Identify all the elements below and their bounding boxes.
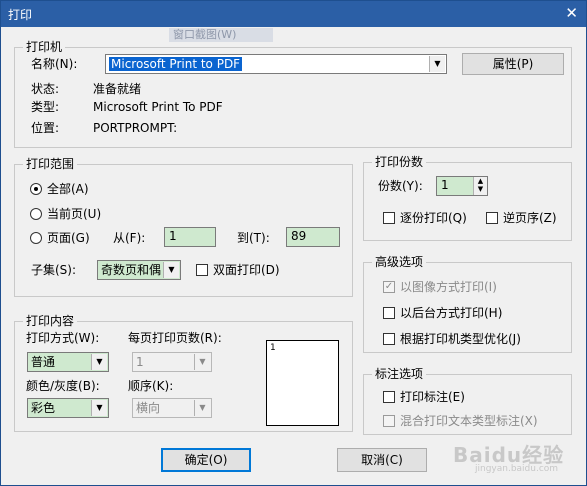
chevron-down-icon[interactable]: ▼: [91, 354, 107, 370]
print-annotation-checkbox[interactable]: [383, 391, 395, 403]
image-print-label: 以图像方式打印(I): [400, 280, 497, 294]
cancel-button[interactable]: 取消(C): [337, 448, 427, 472]
image-print-checkbox: ✓: [383, 281, 395, 293]
pages-per-sheet-select: 1 ▼: [132, 352, 212, 372]
duplex-label[interactable]: 双面打印(D): [213, 262, 280, 278]
subset-label: 子集(S):: [31, 263, 77, 277]
duplex-checkbox[interactable]: [196, 264, 208, 276]
range-legend: 打印范围: [23, 157, 78, 171]
background-print-label[interactable]: 以后台方式打印(H): [400, 305, 502, 321]
optimize-label[interactable]: 根据打印机类型优化(J): [400, 331, 521, 347]
print-content-group: 打印内容 打印方式(W): 普通 ▼ 每页打印页数(R): 1 ▼ 颜色/灰度(…: [14, 314, 353, 432]
color-label: 颜色/灰度(B):: [26, 379, 100, 393]
background-print-checkbox[interactable]: [383, 307, 395, 319]
collate-label[interactable]: 逐份打印(Q): [400, 210, 467, 226]
order-label: 顺序(K):: [128, 379, 174, 393]
printer-group: 打印机 名称(N): Microsoft Print to PDF ▼ 属性(P…: [14, 40, 572, 148]
preview-page-number: 1: [270, 343, 276, 353]
type-label: 类型:: [31, 100, 60, 114]
location-label: 位置:: [31, 121, 60, 135]
to-label: 到(T):: [237, 231, 270, 245]
ok-button[interactable]: 确定(O): [161, 448, 251, 472]
copies-value: 1: [441, 178, 449, 192]
content-legend: 打印内容: [23, 314, 78, 328]
status-label: 状态:: [31, 82, 60, 96]
pages-per-sheet-label: 每页打印页数(R):: [128, 331, 222, 345]
pages-label[interactable]: 页面(G): [47, 230, 90, 246]
annotation-options-group: 标注选项 打印标注(E) 混合打印文本类型标注(X): [363, 367, 572, 435]
annotation-legend: 标注选项: [372, 367, 427, 381]
status-value: 准备就绪: [93, 82, 142, 96]
chevron-down-icon[interactable]: ▼: [163, 262, 179, 278]
order-value: 横向: [136, 401, 161, 415]
pages-per-sheet-value: 1: [136, 355, 144, 369]
chevron-down-icon[interactable]: ▼: [429, 56, 445, 72]
mixed-annotation-label: 混合打印文本类型标注(X): [400, 414, 538, 428]
page-preview: 1: [266, 340, 339, 426]
close-icon[interactable]: ✕: [565, 4, 578, 22]
reverse-order-checkbox[interactable]: [486, 212, 498, 224]
copies-label: 份数(Y):: [378, 179, 423, 193]
method-value: 普通: [31, 355, 56, 369]
chevron-down-icon: ▼: [194, 400, 210, 416]
radio-all[interactable]: [30, 183, 42, 195]
chevron-down-icon[interactable]: ▼: [91, 400, 107, 416]
current-page-label[interactable]: 当前页(U): [47, 206, 101, 222]
copies-group: 打印份数 份数(Y): 1 ▲ ▼ 逐份打印(Q) 逆页序(Z): [363, 155, 572, 241]
print-range-group: 打印范围 全部(A) 当前页(U) 页面(G) 从(F): 1 到(T): 89…: [14, 157, 353, 297]
copies-legend: 打印份数: [372, 155, 427, 169]
type-value: Microsoft Print To PDF: [93, 100, 223, 114]
subset-value: 奇数页和偶: [101, 263, 162, 277]
method-label: 打印方式(W):: [26, 331, 100, 345]
watermark-url: jingyan.baidu.com: [475, 464, 559, 474]
mixed-annotation-checkbox: [383, 415, 395, 427]
from-input[interactable]: 1: [164, 227, 216, 247]
spin-arrows-icon[interactable]: ▲ ▼: [473, 177, 487, 195]
order-select: 横向 ▼: [132, 398, 212, 418]
all-label[interactable]: 全部(A): [47, 181, 89, 197]
title-bar: 打印 ✕: [1, 1, 586, 27]
collate-checkbox[interactable]: [383, 212, 395, 224]
print-annotation-label[interactable]: 打印标注(E): [400, 389, 465, 405]
chevron-down-icon: ▼: [194, 354, 210, 370]
print-dialog: 打印 ✕ 窗口截图(W) 打印机 名称(N): Microsoft Print …: [0, 0, 587, 486]
advanced-options-group: 高级选项 ✓ 以图像方式打印(I) 以后台方式打印(H) 根据打印机类型优化(J…: [363, 255, 572, 353]
name-label: 名称(N):: [31, 57, 78, 71]
printer-name-select[interactable]: Microsoft Print to PDF ▼: [105, 54, 447, 74]
properties-button[interactable]: 属性(P): [462, 53, 564, 75]
color-select[interactable]: 彩色 ▼: [27, 398, 109, 418]
optimize-checkbox[interactable]: [383, 333, 395, 345]
method-select[interactable]: 普通 ▼: [27, 352, 109, 372]
printer-legend: 打印机: [23, 40, 66, 54]
radio-pages[interactable]: [30, 232, 42, 244]
ghost-tooltip: 窗口截图(W): [169, 28, 273, 42]
dialog-title: 打印: [8, 8, 33, 22]
from-label: 从(F):: [113, 231, 146, 245]
location-value: PORTPROMPT:: [93, 121, 178, 135]
to-input[interactable]: 89: [286, 227, 340, 247]
printer-name-value: Microsoft Print to PDF: [109, 57, 243, 71]
reverse-order-label[interactable]: 逆页序(Z): [503, 210, 557, 226]
copies-input[interactable]: 1 ▲ ▼: [436, 176, 488, 196]
advanced-legend: 高级选项: [372, 255, 427, 269]
color-value: 彩色: [31, 401, 56, 415]
subset-select[interactable]: 奇数页和偶 ▼: [97, 260, 181, 280]
radio-current-page[interactable]: [30, 208, 42, 220]
